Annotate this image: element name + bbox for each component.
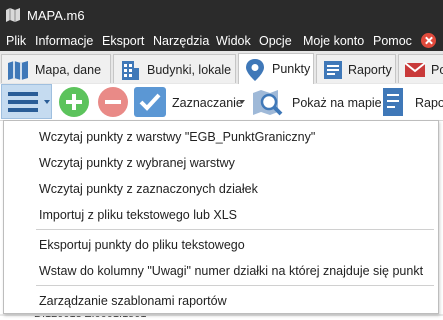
ribbon-tab-bar: Mapa, dane Budynki, lokale Punkty Raport… [0,51,443,85]
menu-narzedzia[interactable]: Narzędzia [153,34,209,48]
menu-dropdown-button[interactable] [1,84,52,119]
tab-label: Mapa, dane [35,63,102,77]
menu-item-label: Wczytaj punkty z warstwy "EGB_PunktGrani… [39,130,316,144]
chevron-down-icon[interactable] [239,100,245,104]
menu-item-insert-parcel-number[interactable]: Wstaw do kolumny "Uwagi" numer działki n… [4,257,438,283]
tab-punkty[interactable]: Punkty [238,53,314,84]
hamburger-icon-bar [8,108,38,112]
menu-item-load-boundary-points[interactable]: Wczytaj punkty z warstwy "EGB_PunktGrani… [4,123,438,149]
mail-icon [404,62,426,77]
selection-label[interactable]: Zaznaczanie [172,96,243,110]
menu-moje-konto[interactable]: Moje konto [303,34,364,48]
toolbar: Zaznaczanie Pokaż na mapie Rapo [0,84,443,121]
tab-label: Budynki, lokale [147,63,232,77]
remove-button[interactable] [98,87,128,117]
building-icon [122,61,139,80]
hamburger-icon-bar [8,100,38,104]
hamburger-icon [8,92,38,96]
map-app-icon [6,8,20,22]
menu-item-label: Wstaw do kolumny "Uwagi" numer działki n… [39,264,424,278]
menu-bar: Plik Informacje Eksport Narzędzia Widok … [0,31,443,51]
tab-po[interactable]: Po [398,54,443,83]
tab-label: Punkty [272,62,311,76]
menu-item-load-from-selected-parcels[interactable]: Wczytaj punkty z zaznaczonych działek [4,175,438,201]
menu-eksport[interactable]: Eksport [102,34,144,48]
menu-plik[interactable]: Plik [6,34,26,48]
menu-item-load-from-layer[interactable]: Wczytaj punkty z wybranej warstwy [4,149,438,175]
menu-item-label: Importuj z pliku tekstowego lub XLS [39,208,238,222]
menu-informacje[interactable]: Informacje [35,34,93,48]
tab-label: Po [431,63,443,77]
report-icon[interactable] [381,87,407,117]
map-icon [8,61,28,80]
selection-button[interactable] [134,87,166,117]
minus-icon [105,100,121,104]
plus-icon-vertical [72,94,76,110]
tab-label: Raporty [348,63,392,77]
tab-raporty[interactable]: Raporty [316,54,396,83]
menu-widok[interactable]: Widok [216,34,251,48]
tab-budynki-lokale[interactable]: Budynki, lokale [113,54,236,83]
menu-item-label: Zarządzanie szablonami raportów [39,294,227,308]
close-icon[interactable] [421,33,436,48]
window-title: MAPA.m6 [27,8,85,23]
menu-opcje[interactable]: Opcje [259,34,292,48]
title-bar: MAPA.m6 [0,0,443,31]
checkmark-icon [139,93,161,111]
menu-item-label: Eksportuj punkty do pliku tekstowego [39,238,245,252]
report-label[interactable]: Rapo [415,96,443,110]
tab-mapa-dane[interactable]: Mapa, dane [1,54,111,83]
report-icon [324,61,342,79]
dropdown-menu: Wczytaj punkty z warstwy "EGB_PunktGrani… [3,120,439,314]
menu-pomoc[interactable]: Pomoc [373,34,412,48]
menu-item-import-text-xls[interactable]: Importuj z pliku tekstowego lub XLS [4,201,438,227]
menu-item-label: Wczytaj punkty z wybranej warstwy [39,156,235,170]
location-pin-icon [246,59,264,81]
menu-separator [36,229,434,230]
menu-item-export-text[interactable]: Eksportuj punkty do pliku tekstowego [4,231,438,257]
menu-item-manage-report-templates[interactable]: Zarządzanie szablonami raportów [4,287,438,313]
menu-item-label: Wczytaj punkty z zaznaczonych działek [39,182,258,196]
map-search-icon[interactable] [252,87,286,119]
menu-separator [36,285,434,286]
chevron-down-icon [44,100,50,104]
show-on-map-label[interactable]: Pokaż na mapie [292,96,382,110]
add-button[interactable] [59,87,89,117]
